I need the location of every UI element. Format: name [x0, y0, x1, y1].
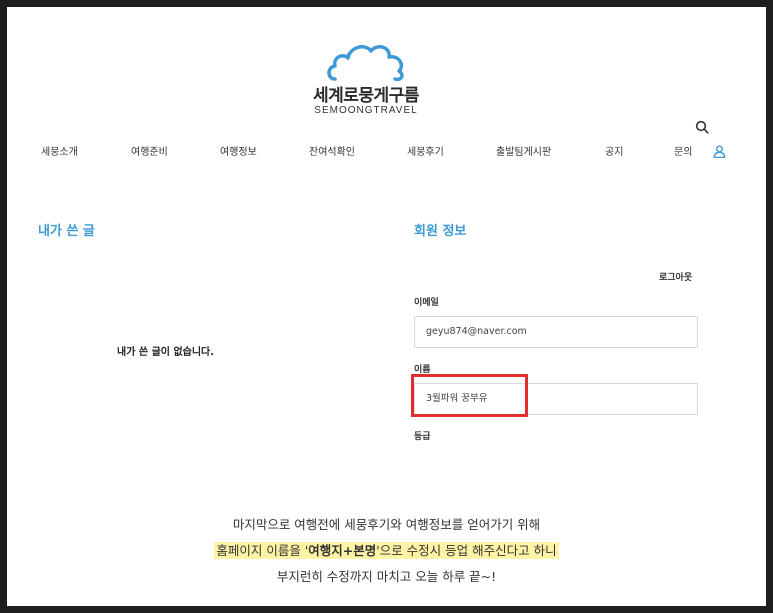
caption-line-3: 부지런히 수정까지 마치고 오늘 하루 끝~!	[276, 569, 497, 584]
nav-item-preparation[interactable]: 여행준비	[131, 143, 168, 158]
site-logo[interactable]: 세계로뭉게구름 SEMOONGTRAVEL	[307, 37, 457, 127]
search-icon[interactable]	[695, 120, 709, 134]
logo-english-name: SEMOONGTRAVEL	[314, 105, 418, 116]
caption-highlight: 홈페이지 이름을 '여행지+본명'으로 수정시 등업 해주신다고 하니	[214, 542, 559, 559]
caption-line-2-bold: 여행지+본명	[308, 543, 377, 558]
empty-posts-message: 내가 쓴 글이 없습니다.	[117, 347, 215, 358]
logo-korean-name: 세계로뭉게구름	[313, 86, 419, 106]
caption-line-1: 마지막으로 여행전에 세뭉후기와 여행정보를 얻어가기 위해	[232, 517, 541, 532]
nav-item-departure-board[interactable]: 출발팀게시판	[496, 143, 551, 158]
email-field[interactable]: geyu874@naver.com	[414, 316, 698, 348]
main-nav: 세뭉소개 여행준비 여행정보 잔여석확인 세뭉후기 출발팀게시판 공지 문의	[7, 143, 727, 163]
cloud-logo-icon	[327, 45, 404, 82]
grade-label: 등급	[414, 432, 431, 442]
nav-item-inquiry[interactable]: 문의	[674, 143, 692, 158]
nav-item-about[interactable]: 세뭉소개	[41, 143, 78, 158]
caption-line-2-suffix: '으로 수정시 등업 해주신다고 하니	[376, 543, 557, 558]
nav-item-seats[interactable]: 잔여석확인	[309, 143, 355, 158]
nav-item-notice[interactable]: 공지	[605, 143, 623, 158]
user-icon[interactable]	[713, 145, 726, 158]
page: 세계로뭉게구름 SEMOONGTRAVEL 세뭉소개 여행준비 여행정보 잔여석…	[7, 7, 766, 606]
email-label: 이메일	[414, 298, 439, 308]
logout-link[interactable]: 로그아웃	[659, 270, 692, 283]
name-highlight-box	[411, 374, 528, 417]
nav-item-reviews[interactable]: 세뭉후기	[407, 143, 444, 158]
caption-line-2-prefix: 홈페이지 이름을 '	[216, 543, 309, 558]
member-info-title: 회원 정보	[414, 224, 467, 239]
nav-item-travel-info[interactable]: 여행정보	[220, 143, 257, 158]
caption-line-2: 홈페이지 이름을 '여행지+본명'으로 수정시 등업 해주신다고 하니	[7, 540, 766, 559]
my-posts-title: 내가 쓴 글	[38, 224, 95, 239]
